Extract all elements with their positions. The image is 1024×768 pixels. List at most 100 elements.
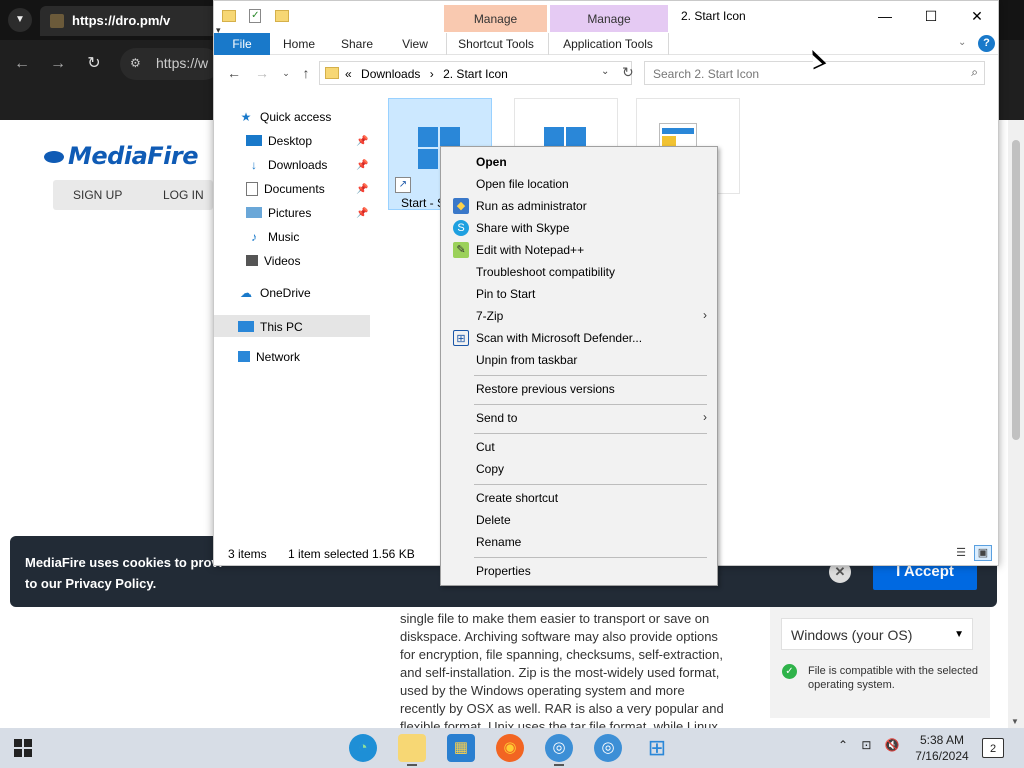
- maximize-icon[interactable]: ☐: [908, 5, 954, 29]
- quick-access-toolbar: ✓ ▾: [216, 8, 301, 35]
- forward-icon[interactable]: →: [252, 63, 272, 83]
- menu-label: Copy: [476, 462, 505, 476]
- store-icon[interactable]: ▦: [447, 734, 475, 762]
- nav-documents[interactable]: Documents: [246, 181, 325, 203]
- reload-icon[interactable]: ↻: [82, 52, 106, 76]
- nav-label: OneDrive: [260, 285, 311, 300]
- up-icon[interactable]: ↑: [296, 63, 316, 83]
- address-bar[interactable]: « Downloads › 2. Start Icon ⌄ ↻: [319, 61, 634, 85]
- speaker-muted-icon[interactable]: 🔇: [885, 738, 900, 752]
- file-explorer-icon[interactable]: [398, 734, 426, 766]
- windows-start-icon[interactable]: [14, 739, 32, 757]
- tab-home[interactable]: Home: [276, 33, 322, 55]
- nav-label: Documents: [264, 181, 325, 196]
- forward-icon[interactable]: →: [46, 52, 70, 76]
- close-icon[interactable]: ✕: [954, 5, 1000, 29]
- menu-item-pin-to-start[interactable]: Pin to Start: [443, 283, 715, 305]
- search-icon[interactable]: ⌕: [971, 65, 978, 80]
- nav-this-pc[interactable]: This PC: [214, 315, 370, 337]
- menu-item-delete[interactable]: Delete: [443, 509, 715, 531]
- menu-label: Restore previous versions: [476, 382, 615, 396]
- minimize-icon[interactable]: —: [862, 5, 908, 29]
- menu-item-send-to[interactable]: Send to ›: [443, 407, 715, 429]
- scrollbar-thumb[interactable]: [1012, 140, 1020, 440]
- breadcrumb-separator[interactable]: ›: [430, 67, 434, 81]
- tab-view[interactable]: View: [392, 33, 438, 55]
- tab-file[interactable]: File: [214, 33, 270, 55]
- window-title: 2. Start Icon: [681, 9, 746, 23]
- menu-item-properties[interactable]: Properties: [443, 560, 715, 582]
- details-view-icon[interactable]: ☰: [952, 545, 970, 561]
- log-in-link[interactable]: LOG IN: [163, 188, 204, 202]
- new-folder-icon[interactable]: [274, 9, 289, 22]
- tab-share[interactable]: Share: [334, 33, 380, 55]
- nav-network[interactable]: Network: [238, 349, 300, 371]
- mediafire-logo[interactable]: MediaFire: [44, 142, 199, 170]
- article-line: recently by OSX as well. RAR is also a v…: [400, 701, 724, 716]
- menu-item-scan-defender[interactable]: ⊞ Scan with Microsoft Defender...: [443, 327, 715, 349]
- menu-item-copy[interactable]: Copy: [443, 458, 715, 480]
- menu-item-rename[interactable]: Rename: [443, 531, 715, 553]
- tab-shortcut-tools[interactable]: Shortcut Tools: [446, 33, 546, 55]
- help-icon[interactable]: ?: [978, 35, 995, 52]
- nav-pictures[interactable]: Pictures: [246, 205, 311, 227]
- file-list-scrollbar[interactable]: [982, 121, 998, 541]
- chevron-up-icon[interactable]: ⌃: [838, 738, 848, 752]
- expand-ribbon-icon[interactable]: ⌄: [958, 37, 966, 48]
- menu-label: Edit with Notepad++: [476, 243, 585, 257]
- start-menu-app-icon[interactable]: ⊞: [643, 734, 671, 762]
- back-icon[interactable]: ←: [10, 52, 34, 76]
- address-dropdown-icon[interactable]: ⌄: [601, 66, 609, 77]
- browser-tab[interactable]: https://dro.pm/v: [40, 6, 220, 36]
- properties-icon[interactable]: ✓: [249, 8, 262, 23]
- breadcrumb-overflow[interactable]: «: [345, 67, 352, 81]
- menu-item-troubleshoot[interactable]: Troubleshoot compatibility: [443, 261, 715, 283]
- nav-onedrive[interactable]: ☁ OneDrive: [238, 285, 311, 307]
- breadcrumb-downloads[interactable]: Downloads: [361, 67, 420, 81]
- chrome-icon[interactable]: ◎: [545, 734, 573, 766]
- tab-search-button[interactable]: ▼: [8, 8, 32, 32]
- page-scrollbar[interactable]: ▼: [1008, 120, 1024, 728]
- menu-item-restore-versions[interactable]: Restore previous versions: [443, 378, 715, 400]
- menu-item-cut[interactable]: Cut: [443, 436, 715, 458]
- tab-application-tools[interactable]: Application Tools: [548, 33, 668, 55]
- nav-videos[interactable]: Videos: [246, 253, 300, 275]
- scroll-down-icon[interactable]: ▼: [1011, 717, 1019, 726]
- chrome-profile-icon[interactable]: ◎: [594, 734, 622, 762]
- system-clock[interactable]: 5:38 AM 7/16/2024: [912, 732, 972, 764]
- manage-application-group[interactable]: Manage: [550, 5, 668, 32]
- menu-item-edit-notepadpp[interactable]: ✎ Edit with Notepad++: [443, 239, 715, 261]
- os-select[interactable]: Windows (your OS) ▼: [781, 618, 973, 650]
- back-icon[interactable]: ←: [224, 63, 244, 83]
- menu-item-unpin-taskbar[interactable]: Unpin from taskbar: [443, 349, 715, 371]
- breadcrumb-current[interactable]: 2. Start Icon: [443, 67, 508, 81]
- menu-item-open-file-location[interactable]: Open file location: [443, 173, 715, 195]
- article-line: for encryption, file spanning, checksums…: [400, 647, 723, 662]
- os-compat-panel: Windows (your OS) ▼ ✓ File is compatible…: [770, 606, 990, 718]
- sign-up-link[interactable]: SIGN UP: [73, 188, 122, 202]
- address-row: ← → ⌄ ↑ « Downloads › 2. Start Icon ⌄ ↻ …: [214, 59, 998, 87]
- menu-item-open[interactable]: Open: [443, 151, 715, 173]
- refresh-icon[interactable]: ↻: [622, 64, 634, 81]
- edge-icon[interactable]: ◔: [349, 734, 377, 762]
- menu-item-7zip[interactable]: 7-Zip ›: [443, 305, 715, 327]
- large-icons-view-icon[interactable]: ▣: [974, 545, 992, 561]
- nav-quick-access[interactable]: ★ Quick access: [238, 109, 332, 131]
- network-icon[interactable]: ⊡: [861, 738, 871, 752]
- address-bar[interactable]: ⚙ https://w: [120, 48, 220, 80]
- menu-label: Cut: [476, 440, 495, 454]
- defender-icon: ⊞: [453, 330, 469, 346]
- menu-item-run-as-admin[interactable]: ◆ Run as administrator: [443, 195, 715, 217]
- site-info-icon[interactable]: ⚙: [130, 56, 141, 70]
- menu-item-create-shortcut[interactable]: Create shortcut: [443, 487, 715, 509]
- clock-time: 5:38 AM: [919, 733, 965, 747]
- title-bar[interactable]: ✓ ▾ Manage Manage 2. Start Icon — ☐ ✕: [214, 1, 1000, 35]
- notification-center-icon[interactable]: 2: [982, 738, 1004, 758]
- system-tray: ⌃ ⊡ 🔇: [838, 738, 910, 752]
- recent-locations-icon[interactable]: ⌄: [276, 63, 296, 83]
- nav-music[interactable]: ♪ Music: [246, 229, 299, 251]
- menu-item-share-skype[interactable]: S Share with Skype: [443, 217, 715, 239]
- manage-shortcut-group[interactable]: Manage: [444, 5, 547, 32]
- nav-downloads[interactable]: ↓ Downloads: [246, 157, 327, 179]
- firefox-icon[interactable]: ◉: [496, 734, 524, 762]
